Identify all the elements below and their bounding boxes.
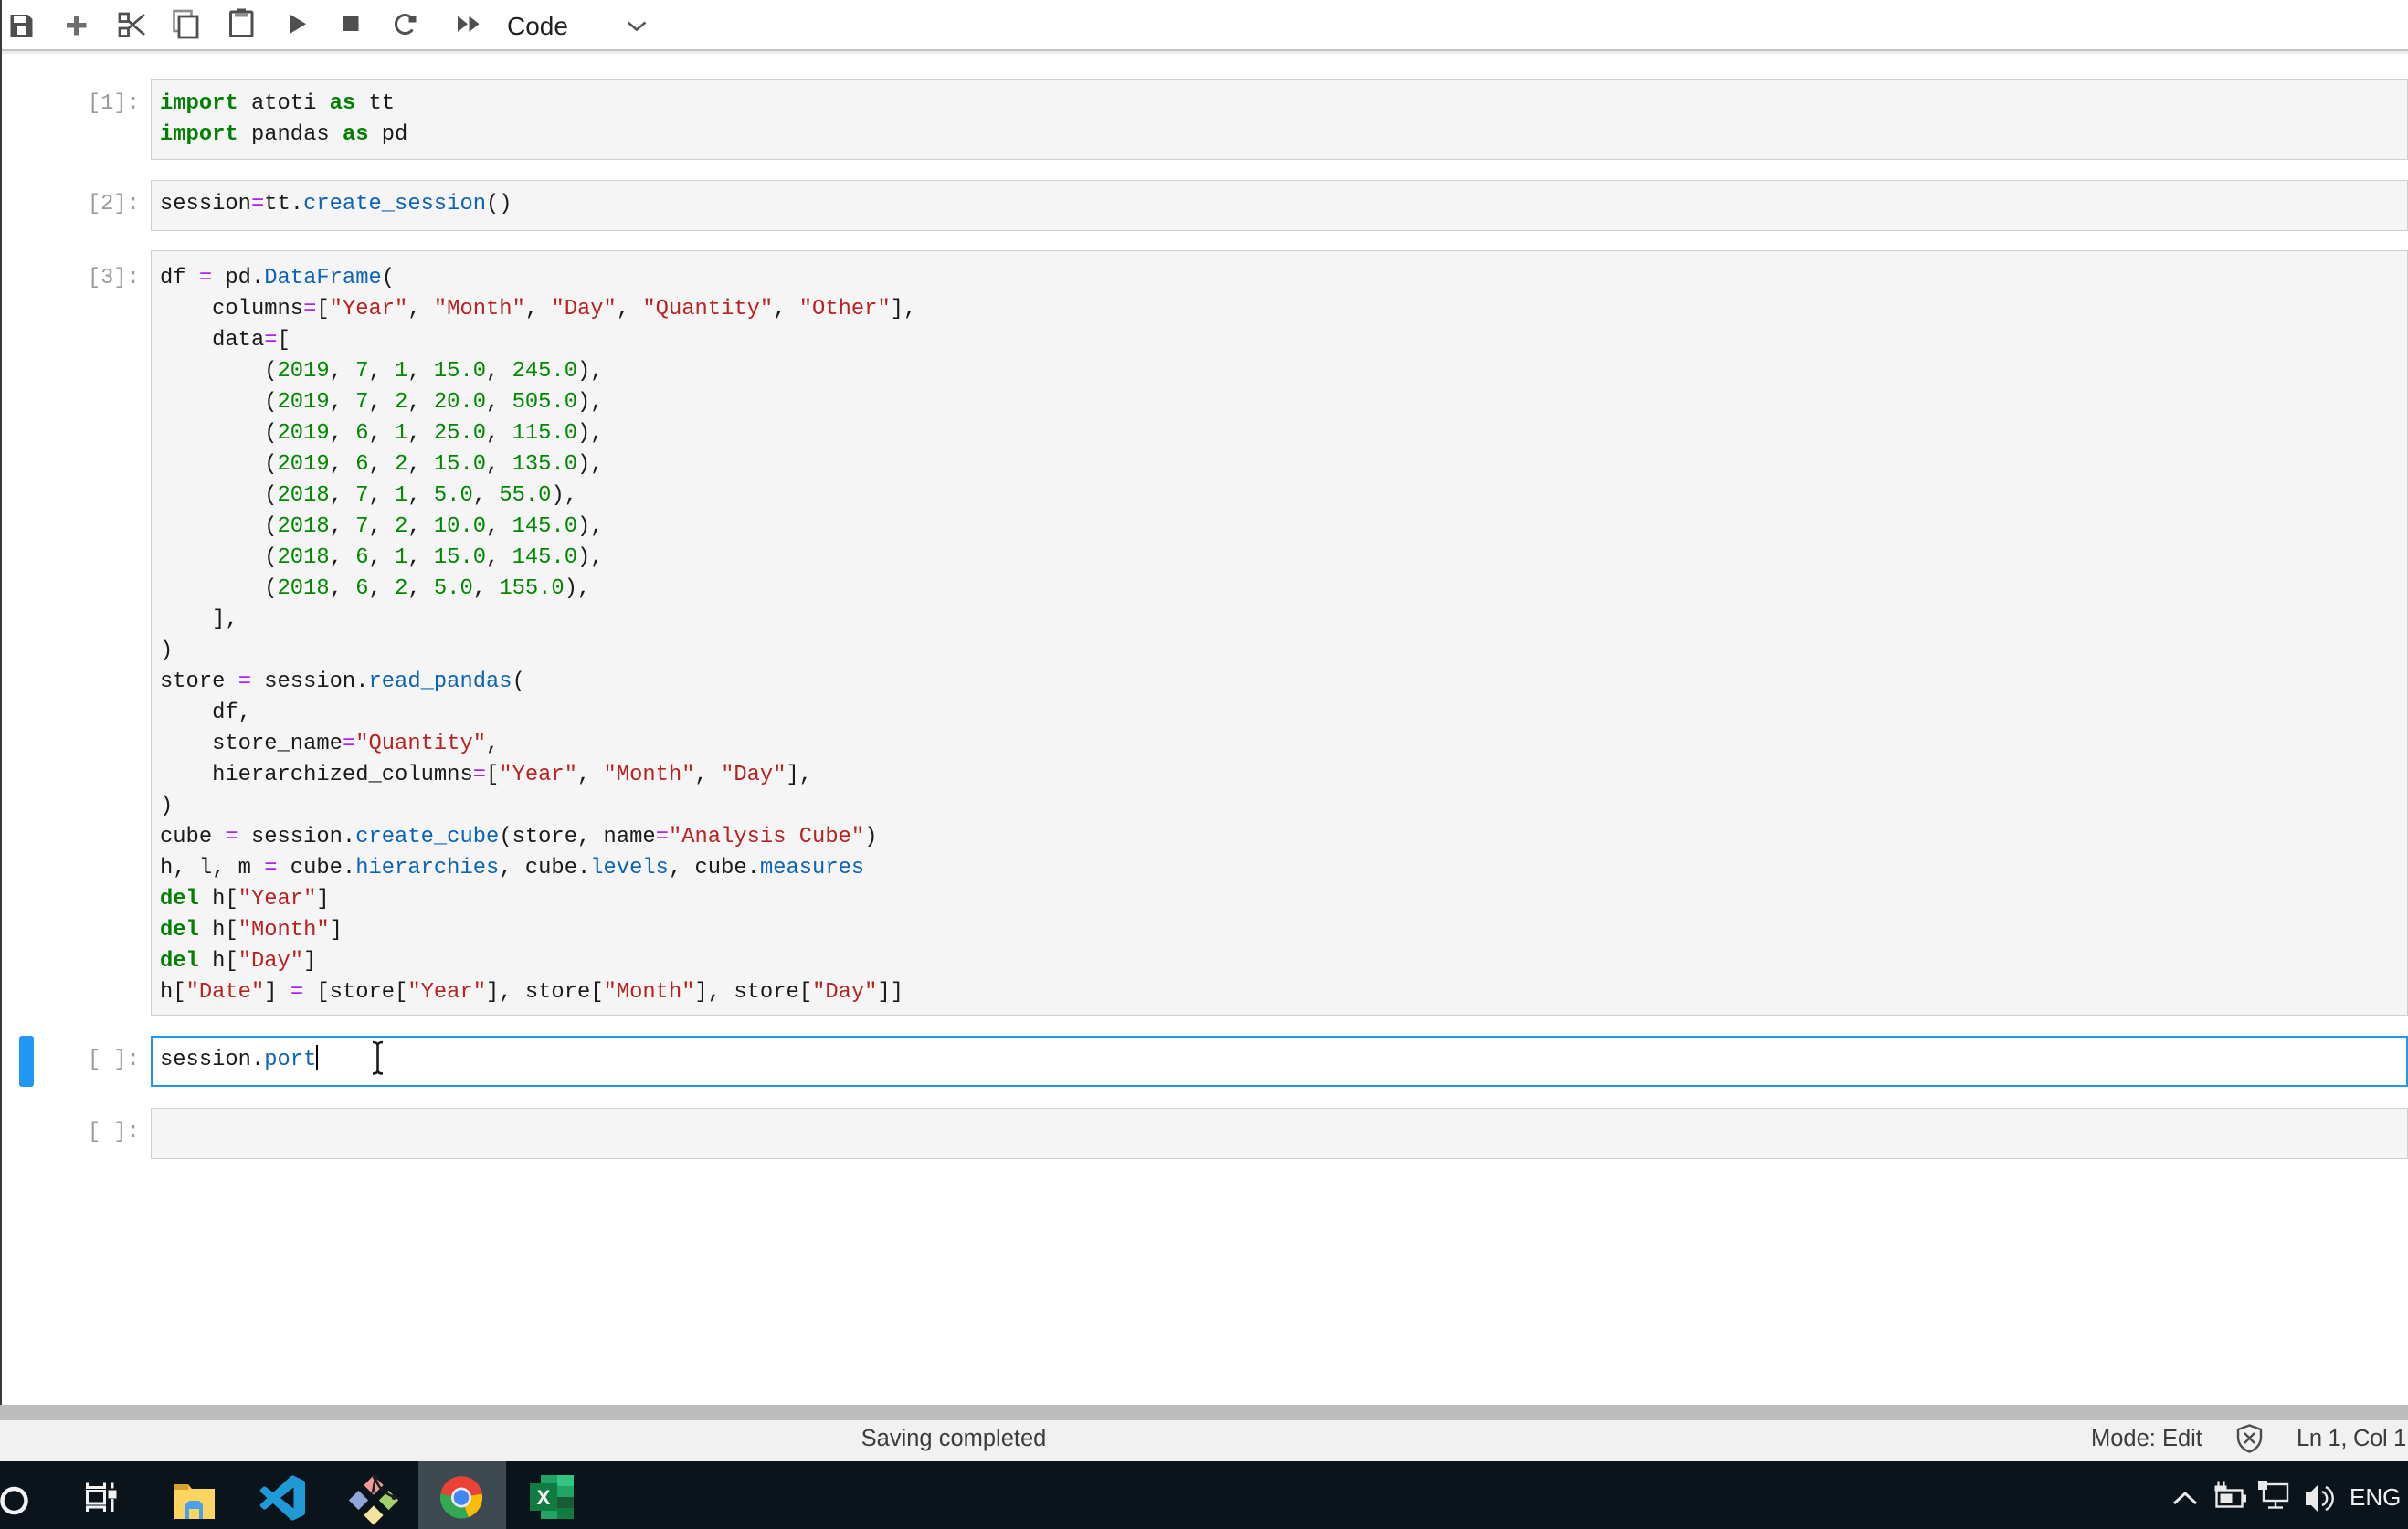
svg-text:X: X <box>537 1486 551 1509</box>
